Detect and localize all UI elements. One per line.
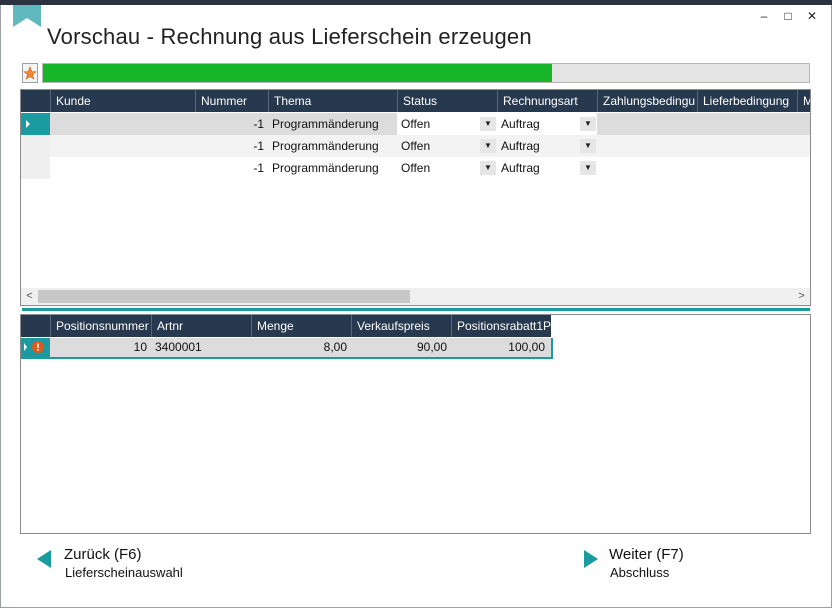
column-header-kunde[interactable]: Kunde <box>50 90 195 112</box>
positions-grid[interactable]: Positionsnummer Artnr Menge Verkaufsprei… <box>20 314 811 534</box>
cell-nummer[interactable]: -1 <box>195 157 268 179</box>
status-value: Offen <box>401 117 431 131</box>
cell-nummer[interactable]: -1 <box>195 113 268 135</box>
positions-grid-header: Positionsnummer Artnr Menge Verkaufsprei… <box>21 315 551 337</box>
column-header-m[interactable]: M <box>797 90 810 112</box>
chevron-down-icon[interactable]: ▼ <box>480 161 496 175</box>
column-header-thema[interactable]: Thema <box>268 90 397 112</box>
row-indicator[interactable] <box>21 135 50 157</box>
cell-positionsnummer[interactable]: 10 <box>50 338 151 357</box>
window-controls: – □ ✕ <box>752 8 824 24</box>
star-icon[interactable] <box>22 63 38 83</box>
column-header-nummer[interactable]: Nummer <box>195 90 268 112</box>
close-button[interactable]: ✕ <box>800 8 824 24</box>
next-button[interactable]: Weiter (F7) Abschluss <box>582 546 742 586</box>
column-header-lieferbedingung[interactable]: Lieferbedingung <box>697 90 797 112</box>
cell-kunde[interactable] <box>50 135 195 157</box>
grid-splitter[interactable] <box>22 308 810 311</box>
cell-nummer[interactable]: -1 <box>195 135 268 157</box>
rechnungsart-value: Auftrag <box>501 117 540 131</box>
column-header-artnr[interactable]: Artnr <box>151 315 251 337</box>
column-header-rechnungsart[interactable]: Rechnungsart <box>497 90 597 112</box>
back-button[interactable]: Zurück (F6) Lieferscheinauswahl <box>37 546 237 586</box>
cell-thema[interactable]: Programmänderung <box>268 113 397 135</box>
next-button-subtitle: Abschluss <box>610 565 670 580</box>
table-row[interactable]: -1 Programmänderung Offen ▼ Auftrag ▼ <box>21 157 810 179</box>
back-button-label: Zurück (F6) <box>64 546 142 563</box>
horizontal-scrollbar[interactable]: < > <box>21 288 810 305</box>
row-indicator[interactable] <box>21 338 50 357</box>
chevron-down-icon[interactable]: ▼ <box>580 161 596 175</box>
cell-verkaufspreis[interactable]: 90,00 <box>351 338 451 357</box>
cell-lieferbedingung[interactable] <box>697 113 797 135</box>
chevron-down-icon[interactable]: ▼ <box>580 117 596 131</box>
cell-thema[interactable]: Programmänderung <box>268 135 397 157</box>
maximize-button[interactable]: □ <box>776 8 800 24</box>
cell-kunde[interactable] <box>50 157 195 179</box>
chevron-down-icon[interactable]: ▼ <box>580 139 596 153</box>
table-row[interactable]: -1 Programmänderung Offen ▼ Auftrag ▼ <box>21 113 810 137</box>
column-header-status[interactable]: Status <box>397 90 497 112</box>
chevron-down-icon[interactable]: ▼ <box>480 117 496 131</box>
back-button-subtitle: Lieferscheinauswahl <box>65 565 183 580</box>
cell-positionsrabatt[interactable]: 100,00 <box>451 338 549 357</box>
row-indicator[interactable] <box>21 113 50 135</box>
table-row[interactable]: -1 Programmänderung Offen ▼ Auftrag ▼ <box>21 135 810 157</box>
progress-bar <box>42 63 810 83</box>
invoice-grid-header: Kunde Nummer Thema Status Rechnungsart Z… <box>21 90 810 112</box>
row-indicator[interactable] <box>21 157 50 179</box>
scroll-left-button[interactable]: < <box>21 288 38 305</box>
column-header-zahlungsbedingung[interactable]: Zahlungsbedingu <box>597 90 697 112</box>
arrow-right-icon <box>584 550 598 568</box>
progress-fill <box>43 64 553 82</box>
cell-menge[interactable]: 8,00 <box>251 338 351 357</box>
chevron-down-icon[interactable]: ▼ <box>480 139 496 153</box>
column-header-menge[interactable]: Menge <box>251 315 351 337</box>
cell-lieferbedingung[interactable] <box>697 157 797 179</box>
cell-lieferbedingung[interactable] <box>697 135 797 157</box>
cell-artnr[interactable]: 3400001 <box>151 338 251 357</box>
column-header-verkaufspreis[interactable]: Verkaufspreis <box>351 315 451 337</box>
minimize-button[interactable]: – <box>752 8 776 24</box>
next-button-label: Weiter (F7) <box>609 546 684 563</box>
scrollbar-thumb[interactable] <box>38 290 410 303</box>
cell-zahlungsbedingung[interactable] <box>597 113 697 135</box>
cell-thema[interactable]: Programmänderung <box>268 157 397 179</box>
cell-zahlungsbedingung[interactable] <box>597 135 697 157</box>
arrow-left-icon <box>37 550 51 568</box>
row-selector-header <box>21 315 50 337</box>
invoice-grid[interactable]: Kunde Nummer Thema Status Rechnungsart Z… <box>20 89 811 306</box>
column-header-positionsnummer[interactable]: Positionsnummer <box>50 315 151 337</box>
bookmark-icon[interactable] <box>13 5 41 27</box>
row-selector-header <box>21 90 50 112</box>
column-header-positionsrabatt[interactable]: Positionsrabatt1P <box>451 315 551 337</box>
progress-area <box>22 63 810 84</box>
scroll-right-button[interactable]: > <box>793 288 810 305</box>
cell-kunde[interactable] <box>50 113 195 135</box>
table-row[interactable]: 10 3400001 8,00 90,00 100,00 <box>21 338 553 359</box>
cell-zahlungsbedingung[interactable] <box>597 157 697 179</box>
page-title: Vorschau - Rechnung aus Lieferschein erz… <box>47 24 532 49</box>
